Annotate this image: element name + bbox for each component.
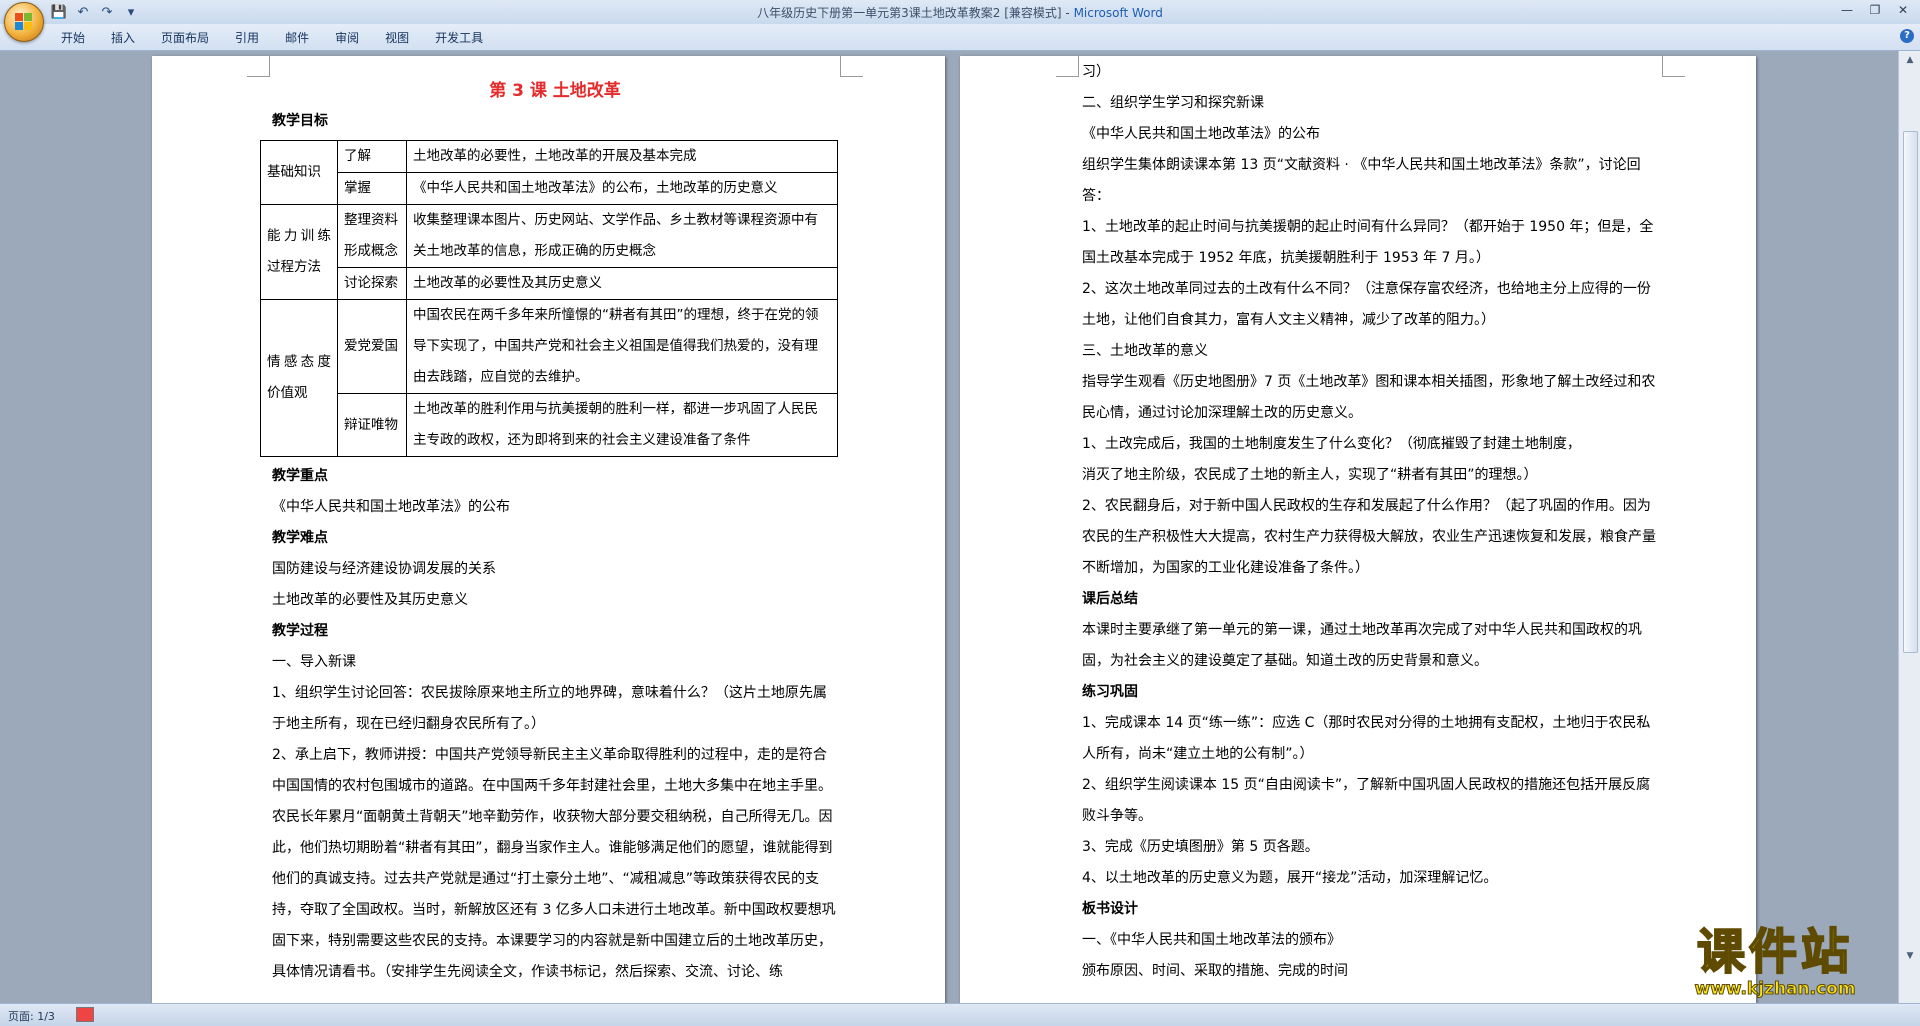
office-logo-icon — [15, 13, 33, 31]
summary-heading: 课后总结 — [1082, 591, 1138, 607]
paragraph: 2、这次土地改革同过去的土改有什么不同？（注意保存富农经济，也给地主分上应得的一… — [1082, 281, 1651, 328]
lesson-title: 第 3 课 土地改革 — [489, 81, 621, 101]
tab-references[interactable]: 引用 — [222, 29, 272, 47]
practice-heading: 练习巩固 — [1082, 684, 1138, 700]
tab-review[interactable]: 审阅 — [322, 29, 372, 47]
cell-master-text: 《中华人民共和国土地改革法》的公布，土地改革的历史意义 — [406, 172, 838, 205]
cell-discuss-text: 土地改革的必要性及其历史意义 — [406, 267, 838, 300]
section-heading: 二、组织学生学习和探究新课 — [1082, 95, 1264, 111]
cell-dialectic-text: 土地改革的胜利作用与抗美援朝的胜利一样，都进一步巩固了人民民主专政的政权，还为即… — [406, 393, 838, 457]
scroll-thumb[interactable] — [1903, 131, 1918, 653]
scroll-up-icon[interactable]: ▲ — [1902, 53, 1918, 67]
tab-mailings[interactable]: 邮件 — [272, 29, 322, 47]
vertical-scrollbar[interactable]: ▲ ▼ — [1898, 51, 1920, 1003]
paragraph: 《中华人民共和国土地改革法》的公布 — [1082, 126, 1320, 142]
cell-ability-process: 能力训练过程方法 — [260, 204, 338, 300]
cell-understand-label: 了解 — [337, 140, 407, 173]
cell-master-label: 掌握 — [337, 172, 407, 205]
paragraph: 指导学生观看《历史地图册》7 页《土地改革》图和课本相关插图，形象地了解土改经过… — [1082, 374, 1656, 421]
paragraph: 颁布原因、时间、采取的措施、完成的时间 — [1082, 963, 1348, 979]
cell-patriotism-text: 中国农民在两千多年来所憧憬的“耕者有其田”的理想，终于在党的领导下实现了，中国共… — [406, 299, 838, 394]
tab-page-layout[interactable]: 页面布局 — [148, 29, 222, 47]
page-1-text: 第 3 课 土地改革 教学目标 基础知识 了解 土地改革的必要性，土地改革的开展… — [260, 58, 838, 988]
app-name: Microsoft Word — [1073, 6, 1163, 20]
paragraph: 1、完成课本 14 页“练一练”：应选 C（那时农民对分得的土地拥有支配权，土地… — [1082, 715, 1651, 762]
paragraph: 一、《中华人民共和国土地改革法的颁布》 — [1082, 932, 1341, 948]
document-title: 八年级历史下册第一单元第3课土地改革教案2 [兼容模式] - — [757, 6, 1074, 20]
close-button[interactable]: ✕ — [1890, 1, 1916, 19]
difficulty-item: 国防建设与经济建设协调发展的关系 — [272, 561, 496, 577]
paragraph: 3、完成《历史填图册》第 5 页各题。 — [1082, 839, 1319, 855]
process-heading: 教学过程 — [272, 623, 328, 639]
watermark-url: www.kjzhan.com — [1694, 979, 1856, 1000]
cell-emotion-values: 情感态度价值观 — [260, 299, 338, 457]
paragraph: 1、土地改革的起止时间与抗美援朝的起止时间有什么异同？（都开始于 1950 年；… — [1082, 219, 1654, 266]
focus-heading: 教学重点 — [272, 468, 328, 484]
board-heading: 板书设计 — [1082, 901, 1138, 917]
site-watermark: 课件站 www.kjzhan.com — [1660, 924, 1890, 1000]
office-button[interactable] — [4, 2, 44, 42]
help-icon[interactable]: ? — [1900, 29, 1914, 43]
objectives-table: 基础知识 了解 土地改革的必要性，土地改革的开展及基本完成 掌握 《中华人民共和… — [260, 140, 838, 457]
paragraph: 习） — [1082, 64, 1110, 80]
ribbon-tabs-bar: 开始 插入 页面布局 引用 邮件 审阅 视图 开发工具 ? — [0, 24, 1920, 51]
paragraph: 组织学生集体朗读课本第 13 页“文献资料 · 《中华人民共和国土地改革法》条款… — [1082, 157, 1641, 204]
scroll-down-icon[interactable]: ▼ — [1902, 949, 1918, 963]
difficulty-item: 土地改革的必要性及其历史意义 — [272, 592, 468, 608]
intro-heading: 一、导入新课 — [272, 654, 356, 670]
paragraph: 1、组织学生讨论回答：农民拔除原来地主所立的地界碑，意味着什么？（这片土地原先属… — [272, 685, 827, 732]
status-bar: 页面: 1/3 — [0, 1003, 1920, 1026]
proofing-icon[interactable] — [76, 1007, 94, 1022]
paragraph: 1、土改完成后，我国的土地制度发生了什么变化？（彻底摧毁了封建土地制度， — [1082, 436, 1581, 452]
difficulty-heading: 教学难点 — [272, 530, 328, 546]
tab-developer[interactable]: 开发工具 — [422, 29, 496, 47]
section-heading: 三、土地改革的意义 — [1082, 343, 1208, 359]
crop-mark — [1662, 56, 1685, 77]
restore-button[interactable]: ❐ — [1862, 1, 1888, 19]
cell-basic-knowledge: 基础知识 — [260, 140, 338, 205]
crop-mark — [840, 56, 863, 77]
document-page-1[interactable]: 第 3 课 土地改革 教学目标 基础知识 了解 土地改革的必要性，土地改革的开展… — [152, 56, 945, 1003]
paragraph: 消灭了地主阶级，农民成了土地的新主人，实现了“耕者有其田”的理想。） — [1082, 467, 1538, 483]
paragraph: 2、组织学生阅读课本 15 页“自由阅读卡”，了解新中国巩固人民政权的措施还包括… — [1082, 777, 1651, 824]
cell-dialectic-label: 辩证唯物 — [337, 393, 407, 457]
cell-understand-text: 土地改革的必要性，土地改革的开展及基本完成 — [406, 140, 838, 173]
cell-organize-label: 整理资料形成概念 — [337, 204, 407, 268]
page-2-text: 习） 二、组织学生学习和探究新课 《中华人民共和国土地改革法》的公布 组织学生集… — [1082, 57, 1662, 987]
window-controls: — ❐ ✕ — [1834, 1, 1916, 19]
tab-insert[interactable]: 插入 — [98, 29, 148, 47]
tab-view[interactable]: 视图 — [372, 29, 422, 47]
watermark-name: 课件站 — [1696, 924, 1853, 980]
document-page-2[interactable]: 习） 二、组织学生学习和探究新课 《中华人民共和国土地改革法》的公布 组织学生集… — [960, 56, 1756, 1003]
paragraph: 本课时主要承继了第一单元的第一课，通过土地改革再次完成了对中华人民共和国政权的巩… — [1082, 622, 1642, 669]
crop-mark — [1056, 56, 1079, 77]
focus-text: 《中华人民共和国土地改革法》的公布 — [272, 499, 510, 515]
document-workspace: 第 3 课 土地改革 教学目标 基础知识 了解 土地改革的必要性，土地改革的开展… — [0, 51, 1898, 1003]
cell-patriotism-label: 爱党爱国 — [337, 299, 407, 394]
paragraph: 4、以土地改革的历史意义为题，展开“接龙”活动，加深理解记忆。 — [1082, 870, 1498, 886]
minimize-button[interactable]: — — [1834, 1, 1860, 19]
paragraph: 2、农民翻身后，对于新中国人民政权的生存和发展起了什么作用？（起了巩固的作用。因… — [1082, 498, 1656, 576]
cell-discuss-label: 讨论探索 — [337, 267, 407, 300]
page-indicator[interactable]: 页面: 1/3 — [8, 1008, 55, 1024]
objectives-heading: 教学目标 — [272, 113, 328, 129]
window-title: 八年级历史下册第一单元第3课土地改革教案2 [兼容模式] - Microsoft… — [0, 4, 1920, 21]
title-bar: 💾 ↶ ↷ ▾ 八年级历史下册第一单元第3课土地改革教案2 [兼容模式] - M… — [0, 0, 1920, 42]
tab-home[interactable]: 开始 — [48, 29, 98, 47]
paragraph: 2、承上启下，教师讲授：中国共产党领导新民主主义革命取得胜利的过程中，走的是符合… — [272, 747, 836, 980]
cell-organize-text: 收集整理课本图片、历史网站、文学作品、乡土教材等课程资源中有关土地改革的信息，形… — [406, 204, 838, 268]
crop-mark — [247, 56, 270, 77]
